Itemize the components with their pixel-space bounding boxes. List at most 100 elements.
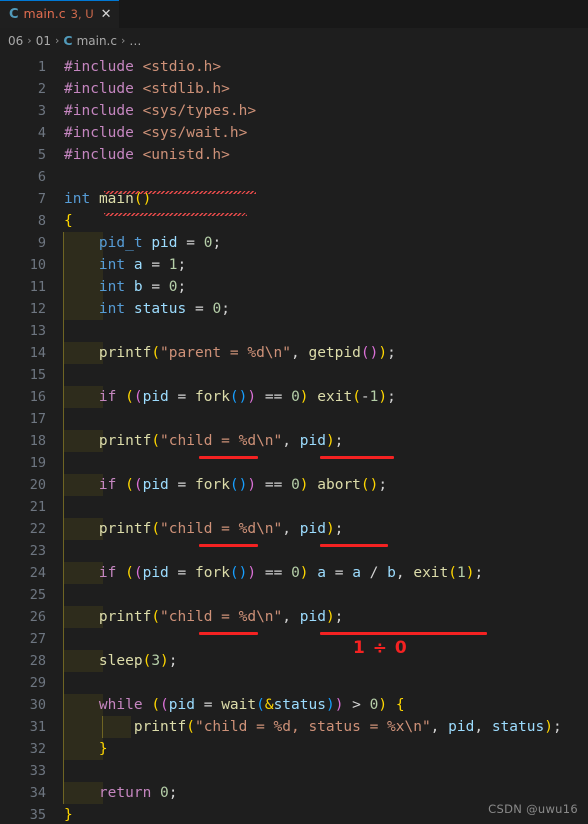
annotation-underline-fork-20 [199, 544, 258, 547]
breadcrumb-item-main-c[interactable]: main.c [77, 34, 117, 48]
code-text: while ((pid = wait(&status)) > 0) { [98, 697, 405, 713]
code-text: #include <stdio.h> [64, 59, 222, 75]
code-line[interactable]: 12 int status = 0; [0, 298, 588, 320]
code-text: printf("child = %d, status = %x\n", pid,… [133, 719, 562, 735]
code-text: int b = 0; [98, 279, 187, 295]
line-number: 28 [29, 653, 46, 669]
code-line[interactable]: 26 printf("child = %d\n", pid); [0, 606, 588, 628]
code-line[interactable]: 27 [0, 628, 588, 650]
line-number: 20 [29, 477, 46, 493]
code-line[interactable]: 16 if ((pid = fork()) == 0) exit(-1); [0, 386, 588, 408]
code-text: #include <sys/types.h> [64, 103, 257, 119]
line-number: 1 [37, 59, 46, 75]
code-text: pid_t pid = 0; [98, 235, 222, 251]
line-number: 32 [29, 741, 46, 757]
error-squiggle-line-4 [104, 191, 256, 194]
code-line[interactable]: 4 #include <sys/wait.h> [0, 122, 588, 144]
indent-guide [63, 408, 64, 430]
code-line[interactable]: 13 [0, 320, 588, 342]
code-line[interactable]: 19 [0, 452, 588, 474]
code-line[interactable]: 17 [0, 408, 588, 430]
line-number: 35 [29, 807, 46, 823]
breadcrumb-overflow[interactable]: … [129, 34, 142, 48]
code-line[interactable]: 31 printf("child = %d, status = %x\n", p… [0, 716, 588, 738]
code-line[interactable]: 7 int main() [0, 188, 588, 210]
indent-guide [63, 320, 64, 342]
code-text: sleep(3); [98, 653, 178, 669]
line-number: 14 [29, 345, 46, 361]
code-line[interactable]: 28 sleep(3); [0, 650, 588, 672]
indent-guide [63, 452, 64, 474]
annotation-underline-abort-20 [320, 544, 388, 547]
line-number: 15 [29, 367, 46, 383]
code-line[interactable]: 5 #include <unistd.h> [0, 144, 588, 166]
code-line[interactable]: 20 if ((pid = fork()) == 0) abort(); [0, 474, 588, 496]
code-text: int status = 0; [98, 301, 230, 317]
line-number: 30 [29, 697, 46, 713]
chevron-right-icon: › [27, 34, 32, 47]
indent-guide [63, 364, 64, 386]
code-line[interactable]: 6 [0, 166, 588, 188]
annotation-underline-fork-24 [199, 632, 258, 635]
indent-guide [63, 628, 64, 650]
code-text: printf("child = %d\n", pid); [98, 433, 344, 449]
code-line[interactable]: 24 if ((pid = fork()) == 0) a = a / b, e… [0, 562, 588, 584]
code-line[interactable]: 21 [0, 496, 588, 518]
code-line[interactable]: 30 while ((pid = wait(&status)) > 0) { [0, 694, 588, 716]
code-line[interactable]: 23 [0, 540, 588, 562]
code-text: } [64, 807, 73, 823]
code-line[interactable]: 32 } [0, 738, 588, 760]
code-editor[interactable]: 1 #include <stdio.h> 2 #include <stdlib.h> 3… [0, 52, 588, 824]
line-number: 3 [37, 103, 46, 119]
code-line[interactable]: 34 return 0; [0, 782, 588, 804]
line-number: 27 [29, 631, 46, 647]
code-line[interactable]: 18 printf("child = %d\n", pid); [0, 430, 588, 452]
code-text: { [64, 213, 73, 229]
code-text: #include <stdlib.h> [64, 81, 230, 97]
code-line[interactable]: 2 #include <stdlib.h> [0, 78, 588, 100]
line-number: 8 [37, 213, 46, 229]
code-text: if ((pid = fork()) == 0) abort(); [98, 477, 388, 493]
breadcrumb-item-01[interactable]: 01 [36, 34, 51, 48]
line-number: 26 [29, 609, 46, 625]
line-number: 25 [29, 587, 46, 603]
code-line[interactable]: 14 printf("parent = %d\n", getpid()); [0, 342, 588, 364]
code-line[interactable]: 33 [0, 760, 588, 782]
chevron-right-icon: › [120, 34, 126, 47]
line-number: 23 [29, 543, 46, 559]
code-line[interactable]: 15 [0, 364, 588, 386]
tab-main-c[interactable]: C main.c 3, U ✕ [0, 0, 119, 28]
code-text: if ((pid = fork()) == 0) a = a / b, exit… [98, 565, 484, 581]
line-number: 29 [29, 675, 46, 691]
code-text: #include <unistd.h> [64, 147, 230, 163]
code-line[interactable]: 8{ [0, 210, 588, 232]
indent-guide [63, 760, 64, 782]
line-number: 13 [29, 323, 46, 339]
line-number: 17 [29, 411, 46, 427]
chevron-right-icon: › [54, 34, 60, 47]
close-icon[interactable]: ✕ [101, 8, 112, 21]
code-line[interactable]: 9 pid_t pid = 0; [0, 232, 588, 254]
line-number: 10 [29, 257, 46, 273]
code-line[interactable]: 11 int b = 0; [0, 276, 588, 298]
line-number: 7 [37, 191, 46, 207]
line-number: 24 [29, 565, 46, 581]
c-language-icon: C [63, 33, 73, 48]
code-line[interactable]: 3 #include <sys/types.h> [0, 100, 588, 122]
code-line[interactable]: 22 printf("child = %d\n", pid); [0, 518, 588, 540]
annotation-underline-exit-16 [320, 456, 394, 459]
breadcrumb: 06 › 01 › C main.c › … [0, 29, 588, 52]
line-number: 21 [29, 499, 46, 515]
indent-guide [63, 496, 64, 518]
line-number: 18 [29, 433, 46, 449]
breadcrumb-item-06[interactable]: 06 [8, 34, 23, 48]
line-number: 9 [37, 235, 46, 251]
code-line[interactable]: 10 int a = 1; [0, 254, 588, 276]
code-line[interactable]: 25 [0, 584, 588, 606]
code-line[interactable]: 29 [0, 672, 588, 694]
annotation-underline-divzero-24 [320, 632, 487, 635]
code-line[interactable]: 1 #include <stdio.h> [0, 56, 588, 78]
line-number: 34 [29, 785, 46, 801]
code-lines-container: 1 #include <stdio.h> 2 #include <stdlib.h> 3… [0, 52, 588, 824]
line-number: 4 [37, 125, 46, 141]
